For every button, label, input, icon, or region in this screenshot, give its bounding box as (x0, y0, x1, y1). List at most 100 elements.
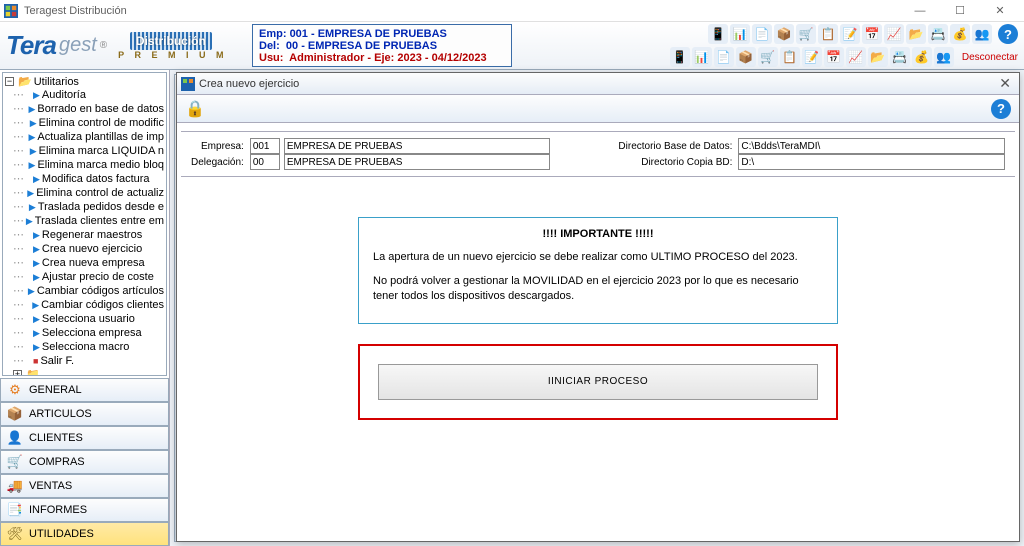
toolbar-icon-3[interactable]: 📄 (752, 24, 772, 44)
toolbar-icon-b8[interactable]: 📅 (824, 47, 844, 67)
tree-connector: ⋯ (13, 102, 26, 116)
toolbar-icon-11[interactable]: 📇 (928, 24, 948, 44)
tree-item[interactable]: ⋯▶Modifica datos factura (5, 172, 164, 186)
dir-bd-field[interactable]: C:\Bdds\TeraMDI\ (738, 138, 1005, 154)
toolbar-icon-12[interactable]: 💰 (950, 24, 970, 44)
play-icon: ▶ (33, 312, 40, 326)
window-title: Teragest Distribución (24, 5, 127, 17)
collapse-icon[interactable]: − (5, 77, 14, 86)
tree-connector: ⋯ (13, 298, 30, 312)
tree-item[interactable]: ⋯▶Cambiar códigos clientes (5, 298, 164, 312)
category-icon: ⚙ (7, 382, 23, 398)
tree-item[interactable]: ⋯▶Crea nueva empresa (5, 256, 164, 270)
category-ventas[interactable]: 🚚VENTAS (0, 474, 169, 498)
tree-item[interactable]: ⋯▶Auditoría (5, 88, 164, 102)
tree-item[interactable]: ⋯▶Selecciona usuario (5, 312, 164, 326)
tree-item[interactable]: ⋯▶Traslada pedidos desde e (5, 200, 164, 214)
category-compras[interactable]: 🛒COMPRAS (0, 450, 169, 474)
help-icon[interactable]: ? (998, 24, 1018, 44)
tree-root-label: Utilitarios (34, 76, 79, 88)
toolbar-icon-5[interactable]: 🛒 (796, 24, 816, 44)
warning-title: !!!! IMPORTANTE !!!!! (373, 228, 823, 240)
modal-crea-nuevo-ejercicio: Crea nuevo ejercicio ✕ 🔒 ? Empresa: 001 … (176, 72, 1020, 542)
tree-item[interactable]: ⋯▶Ajustar precio de coste (5, 270, 164, 284)
tree-item[interactable]: ⋯▶Elimina control de actualiz (5, 186, 164, 200)
modal-close-button[interactable]: ✕ (995, 75, 1015, 92)
toolbar-icon-10[interactable]: 📂 (906, 24, 926, 44)
toolbar-icon-b1[interactable]: 📱 (670, 47, 690, 67)
toolbar-icon-b6[interactable]: 📋 (780, 47, 800, 67)
modal-icon (181, 77, 195, 91)
category-icon: 🛠 (7, 526, 23, 542)
toolbar-icon-b13[interactable]: 👥 (934, 47, 954, 67)
tree-item[interactable]: ⋯▶Selecciona macro (5, 340, 164, 354)
toolbar-icon-13[interactable]: 👥 (972, 24, 992, 44)
modal-title: Crea nuevo ejercicio (199, 78, 991, 90)
toolbar-icon-b10[interactable]: 📂 (868, 47, 888, 67)
tree-item[interactable]: ⋯▶Elimina marca medio bloq (5, 158, 164, 172)
maximize-button[interactable]: ☐ (940, 1, 980, 21)
tree-item-label: Cambiar códigos clientes (41, 298, 164, 312)
tree-item-label: Ajustar precio de coste (42, 270, 154, 284)
logo-distribucion: Distribución (130, 32, 212, 50)
toolbar-icon-b4[interactable]: 📦 (736, 47, 756, 67)
tree-connector: ⋯ (13, 284, 26, 298)
play-icon: ▶ (32, 298, 39, 312)
toolbar-icon-8[interactable]: 📅 (862, 24, 882, 44)
delegacion-label: Delegación: (191, 157, 246, 168)
toolbar-icon-b7[interactable]: 📝 (802, 47, 822, 67)
tree-item-label: Salir F. (40, 354, 74, 368)
tree-item[interactable]: ⋯▶Traslada clientes entre em (5, 214, 164, 228)
tree-item[interactable]: ⋯▶Borrado en base de datos (5, 102, 164, 116)
modal-help-icon[interactable]: ? (991, 99, 1011, 119)
warning-p1: La apertura de un nuevo ejercicio se deb… (373, 250, 823, 264)
tree-item-label: Elimina control de actualiz (36, 186, 164, 200)
category-icon: 📦 (7, 406, 23, 422)
iniciar-proceso-button[interactable]: IINICIAR PROCESO (378, 364, 818, 400)
toolbar-icon-6[interactable]: 📋 (818, 24, 838, 44)
toolbar-icon-b11[interactable]: 📇 (890, 47, 910, 67)
category-general[interactable]: ⚙GENERAL (0, 378, 169, 402)
logo-reg: ® (100, 40, 107, 51)
expand-icon[interactable]: + (13, 370, 22, 376)
category-articulos[interactable]: 📦ARTICULOS (0, 402, 169, 426)
tree-item[interactable]: ⋯▶Selecciona empresa (5, 326, 164, 340)
window-titlebar: Teragest Distribución — ☐ ✕ (0, 0, 1024, 22)
modal-titlebar: Crea nuevo ejercicio ✕ (177, 73, 1019, 95)
category-utilidades[interactable]: 🛠UTILIDADES (0, 522, 169, 546)
toolbar-icon-9[interactable]: 📈 (884, 24, 904, 44)
dir-bd-label: Directorio Base de Datos: (618, 141, 734, 152)
category-clientes[interactable]: 👤CLIENTES (0, 426, 169, 450)
category-informes[interactable]: 📑INFORMES (0, 498, 169, 522)
minimize-button[interactable]: — (900, 1, 940, 21)
tree-item[interactable]: ⋯▶Regenerar maestros (5, 228, 164, 242)
tree-item[interactable]: ⋯▶Crea nuevo ejercicio (5, 242, 164, 256)
toolbar-icon-b5[interactable]: 🛒 (758, 47, 778, 67)
dir-copia-field[interactable]: D:\ (738, 154, 1005, 170)
close-button[interactable]: ✕ (980, 1, 1020, 21)
tree-item[interactable]: ⋯▶Actualiza plantillas de imp (5, 130, 164, 144)
play-icon: ▶ (33, 326, 40, 340)
category-icon: 📑 (7, 502, 23, 518)
tree-root[interactable]: − 📂 Utilitarios (5, 75, 164, 88)
tree-item[interactable]: ⋯▶Cambiar códigos artículos (5, 284, 164, 298)
empresa-name-field[interactable]: EMPRESA DE PRUEBAS (284, 138, 551, 154)
delegacion-code-field[interactable]: 00 (250, 154, 280, 170)
disconnect-link[interactable]: Desconectar (962, 52, 1018, 63)
toolbar-icon-1[interactable]: 📱 (708, 24, 728, 44)
toolbar-icon-b2[interactable]: 📊 (692, 47, 712, 67)
tree-item[interactable]: ⋯■Salir F. (5, 354, 164, 368)
tree-connector: ⋯ (13, 144, 28, 158)
toolbar-icon-b12[interactable]: 💰 (912, 47, 932, 67)
tree-item[interactable]: ⋯▶Elimina control de modific (5, 116, 164, 130)
tree-item-label: Selecciona usuario (42, 312, 135, 326)
toolbar-icon-7[interactable]: 📝 (840, 24, 860, 44)
toolbar-icon-b3[interactable]: 📄 (714, 47, 734, 67)
toolbar-icon-4[interactable]: 📦 (774, 24, 794, 44)
delegacion-name-field[interactable]: EMPRESA DE PRUEBAS (284, 154, 551, 170)
toolbar-icon-2[interactable]: 📊 (730, 24, 750, 44)
empresa-code-field[interactable]: 001 (250, 138, 280, 154)
toolbar-icon-b9[interactable]: 📈 (846, 47, 866, 67)
tree-item-label: Elimina marca LIQUIDA n (39, 144, 164, 158)
tree-item[interactable]: ⋯▶Elimina marca LIQUIDA n (5, 144, 164, 158)
